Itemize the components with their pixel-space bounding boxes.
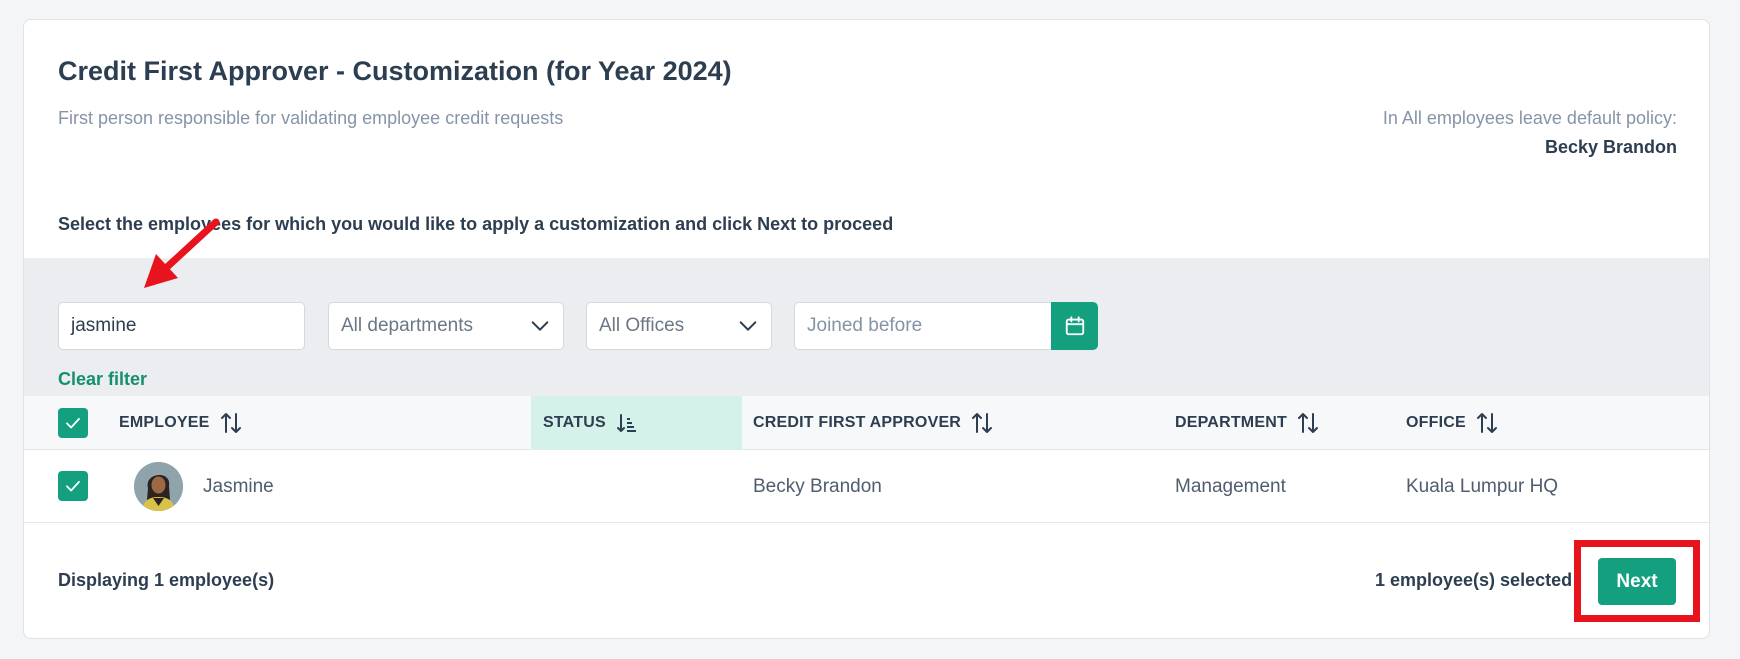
- next-button[interactable]: Next: [1598, 558, 1676, 605]
- page-subtitle: First person responsible for validating …: [58, 108, 564, 128]
- column-department[interactable]: DEPARTMENT: [1175, 396, 1319, 450]
- sort-arrows-icon: [972, 413, 993, 433]
- office-value: Kuala Lumpur HQ: [1406, 475, 1559, 497]
- date-picker-button[interactable]: [1051, 302, 1098, 350]
- department-select-value: All departments: [341, 315, 474, 336]
- calendar-icon: [1065, 316, 1084, 336]
- sort-arrows-icon: [1476, 413, 1497, 433]
- customization-card: Credit First Approver - Customization (f…: [23, 19, 1710, 639]
- check-icon: [66, 480, 80, 492]
- column-credit-first-approver[interactable]: CREDIT FIRST APPROVER: [753, 396, 993, 450]
- office-select[interactable]: All Offices: [586, 302, 772, 350]
- table-row[interactable]: Jasmine Becky Brandon Management Kuala L…: [24, 450, 1709, 523]
- column-office[interactable]: OFFICE: [1406, 396, 1498, 450]
- filter-panel: jasmine All departments All Offices Join…: [24, 258, 1709, 396]
- avatar: [134, 462, 183, 511]
- column-status[interactable]: STATUS: [531, 396, 742, 450]
- chevron-down-icon: [531, 321, 549, 331]
- column-status-label: STATUS: [543, 414, 606, 431]
- column-employee-label: EMPLOYEE: [119, 414, 210, 431]
- column-department-label: DEPARTMENT: [1175, 414, 1287, 431]
- chevron-down-icon: [739, 321, 757, 331]
- department-value: Management: [1175, 475, 1286, 497]
- default-policy-info: In All employees leave default policy: B…: [1383, 108, 1677, 158]
- sort-descending-icon: [616, 414, 636, 432]
- display-count: Displaying 1 employee(s): [58, 570, 275, 590]
- instruction-text: Select the employees for which you would…: [58, 214, 894, 234]
- department-select[interactable]: All departments: [328, 302, 564, 350]
- sort-arrows-icon: [1297, 413, 1318, 433]
- employee-name[interactable]: Jasmine: [203, 450, 274, 523]
- select-all-checkbox[interactable]: [58, 408, 88, 438]
- column-approver-label: CREDIT FIRST APPROVER: [753, 414, 962, 431]
- row-select-checkbox[interactable]: [58, 471, 88, 501]
- table-header: EMPLOYEE STATUS CREDIT FIRST APPROVER DE…: [24, 396, 1709, 450]
- page-title: Credit First Approver - Customization (f…: [58, 56, 732, 86]
- joined-before-placeholder: Joined before: [807, 315, 923, 336]
- joined-before-input[interactable]: Joined before: [794, 302, 1054, 350]
- employee-search-input[interactable]: jasmine: [58, 302, 305, 350]
- column-employee[interactable]: EMPLOYEE: [119, 396, 242, 450]
- check-icon: [66, 417, 80, 429]
- person-avatar-icon: [134, 462, 183, 511]
- sort-arrows-icon: [220, 413, 241, 433]
- column-office-label: OFFICE: [1406, 414, 1466, 431]
- policy-approver-name: Becky Brandon: [1544, 137, 1677, 157]
- selected-count: 1 employee(s) selected: [1375, 570, 1573, 590]
- policy-label: In All employees leave default policy:: [1382, 108, 1677, 128]
- office-select-value: All Offices: [599, 315, 685, 336]
- clear-filter-link[interactable]: Clear filter: [58, 369, 147, 390]
- search-input-value: jasmine: [71, 315, 137, 336]
- credit-first-approver-value: Becky Brandon: [753, 475, 882, 497]
